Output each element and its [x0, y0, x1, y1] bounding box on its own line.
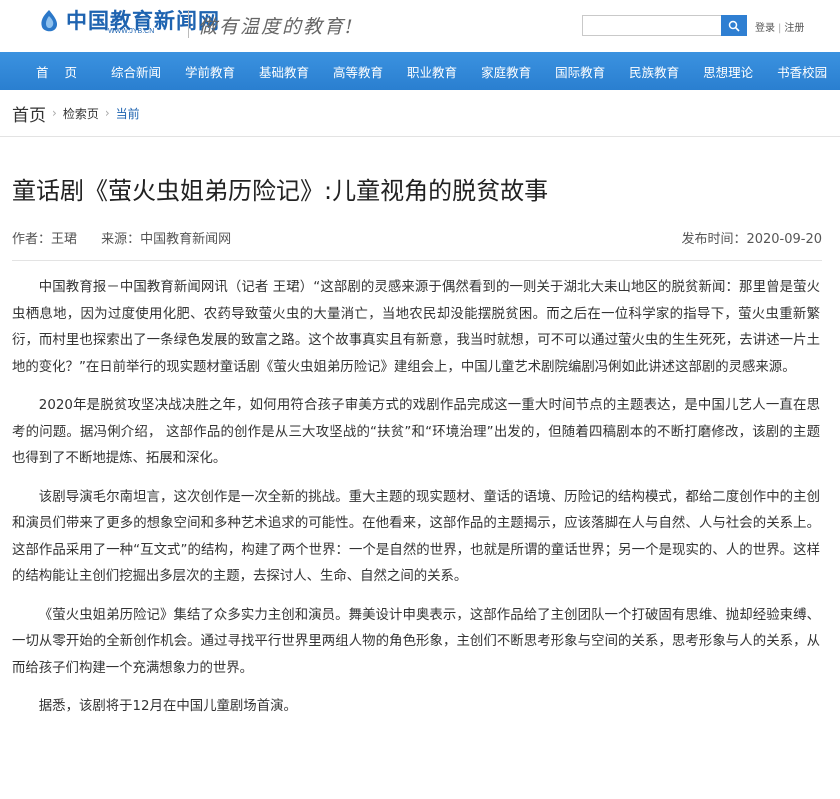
auth-links: 登录 | 注册 [755, 19, 804, 34]
search-button[interactable] [721, 15, 747, 36]
logo-flame-icon [36, 8, 62, 34]
article-paragraph: 该剧导演毛尔南坦言，这次创作是一次全新的挑战。重大主题的现实题材、童话的语境、历… [12, 489, 820, 585]
search-icon [728, 20, 740, 32]
article-paragraph: 中国教育报－中国教育新闻网讯（记者 王珺）“这部剧的灵感来源于偶然看到的一则关于… [12, 280, 820, 375]
chevron-right-icon: › [104, 106, 110, 120]
breadcrumb-search-page[interactable]: 检索页 [63, 105, 99, 122]
article-date: 发布时间：2020-09-20 [681, 232, 822, 247]
nav-item-home[interactable]: 首 页 [36, 62, 83, 81]
main-nav: 首 页 综合新闻 学前教育 基础教育 高等教育 职业教育 家庭教育 国际教育 民… [0, 52, 840, 90]
site-header: 中国教育新闻网 WWW.JYB.CN 做有温度的教育! 登录 | 注册 [0, 0, 840, 52]
article-meta: 作者：王珺 来源：中国教育新闻网 发布时间：2020-09-20 [12, 228, 822, 261]
article-title: 童话剧《萤火虫姐弟历险记》:儿童视角的脱贫故事 [12, 177, 549, 205]
login-link[interactable]: 登录 [755, 23, 775, 34]
article-paragraph: 2020年是脱贫攻坚决战决胜之年，如何用符合孩子审美方式的戏剧作品完成这一重大时… [12, 398, 820, 466]
article-body: 中国教育报－中国教育新闻网讯（记者 王珺）“这部剧的灵感来源于偶然看到的一则关于… [12, 275, 820, 721]
auth-separator: | [778, 23, 782, 34]
breadcrumb-home[interactable]: 首页 [12, 101, 46, 126]
slogan-divider [188, 10, 189, 38]
nav-item-ethnic[interactable]: 民族教育 [629, 62, 679, 81]
register-link[interactable]: 注册 [784, 23, 804, 34]
nav-item-preschool[interactable]: 学前教育 [185, 62, 235, 81]
article-source: 来源：中国教育新闻网 [101, 232, 232, 247]
nav-item-theory[interactable]: 思想理论 [703, 62, 753, 81]
search-input[interactable] [582, 15, 721, 36]
article-paragraph: 据悉，该剧将于12月在中国儿童剧场首演。 [38, 699, 297, 714]
logo-url: WWW.JYB.CN [108, 28, 155, 35]
breadcrumb: 首页 › 检索页 › 当前 [0, 90, 840, 137]
nav-item-international[interactable]: 国际教育 [555, 62, 605, 81]
breadcrumb-current: 当前 [115, 106, 140, 121]
nav-item-vocational[interactable]: 职业教育 [407, 62, 457, 81]
article-meta-left: 作者：王珺 来源：中国教育新闻网 [12, 228, 251, 247]
nav-item-family[interactable]: 家庭教育 [481, 62, 531, 81]
nav-item-higher-education[interactable]: 高等教育 [333, 62, 383, 81]
nav-item-basic-education[interactable]: 基础教育 [259, 62, 309, 81]
nav-item-general-news[interactable]: 综合新闻 [111, 62, 161, 81]
search-box [582, 15, 747, 36]
article-author: 作者：王珺 [12, 232, 78, 247]
chevron-right-icon: › [52, 106, 57, 120]
article-paragraph: 《萤火虫姐弟历险记》集结了众多实力主创和演员。舞美设计申奥表示，这部作品给了主创… [12, 607, 820, 676]
site-slogan: 做有温度的教育! [198, 16, 355, 38]
nav-item-reading[interactable]: 书香校园 [777, 62, 827, 81]
